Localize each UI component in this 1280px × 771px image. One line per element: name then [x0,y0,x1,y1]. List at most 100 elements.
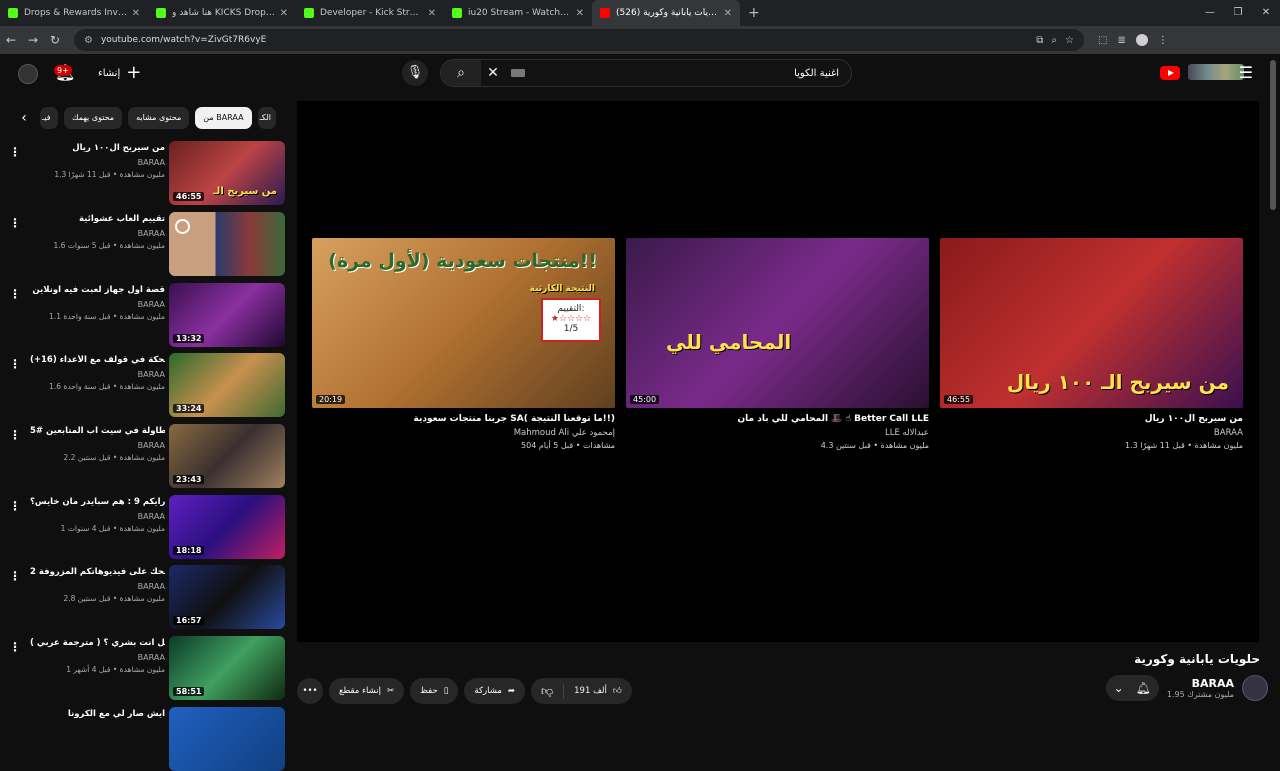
endscreen-thumbnail[interactable]: منتجات سعودية (لأول مرة)!! النتيجة الكار… [312,238,615,408]
browser-tab[interactable]: Developer - Kick Streaming ✕ [296,0,444,26]
related-title[interactable]: ضحكة في قولف مع الأعداء (16+) [30,355,165,365]
back-icon[interactable]: ← [0,33,22,47]
related-video[interactable]: ⋮ نضحك على فيديوهاتكم المزروفة 2 BARAA 2… [0,565,290,633]
youtube-doodle[interactable] [1188,64,1244,80]
related-video[interactable]: ⋮ هل انت بشري ؟ ( مترجمة عربي ) BARAA 1 … [0,636,290,704]
channel-name[interactable]: BARAA [1167,677,1234,690]
watch-later-icon[interactable] [175,219,190,234]
related-title[interactable]: إبتكار طاولة في سيت اب المتابعين #5 [30,426,165,436]
maximize-icon[interactable]: ❐ [1224,0,1252,26]
browser-tab[interactable]: iu20 Stream - Watch Live on Kic ✕ [444,0,592,26]
search-box[interactable]: ⌕ ✕ اغنية الكويا [440,59,852,87]
endscreen-title[interactable]: جربنا منتجات سعودية SA( ما توقعنا النتيج… [312,414,615,424]
bookmark-star-icon[interactable]: ☆ [1065,35,1074,46]
related-video[interactable]: ⋮ من سيربح ال١٠٠ ريال BARAA 1.3 مليون مش… [0,141,290,209]
chip-partial[interactable]: فيـ [40,107,58,129]
related-title[interactable]: رايكم 9 : هم سبايدر مان خايس؟ [30,497,165,507]
endscreen-channel[interactable]: Mahmoud Ali إمحمود علي [312,428,615,438]
related-channel[interactable]: BARAA [30,582,165,591]
install-icon[interactable]: ⧉ [1036,35,1043,46]
search-input[interactable]: اغنية الكويا [525,68,851,79]
related-channel[interactable]: BARAA [30,653,165,662]
more-options-icon[interactable]: ⋮ [9,216,21,230]
related-video[interactable]: ايش صار لي مع الكرونا [0,707,290,771]
account-avatar[interactable] [18,64,38,84]
related-video[interactable]: ⋮ ضحكة في قولف مع الأعداء (16+) BARAA 1.… [0,353,290,421]
related-video[interactable]: ⋮ تقييم العاب عشوائية BARAA 1.6 مليون مش… [0,212,290,280]
extensions-icon[interactable]: ⬚ [1098,35,1107,46]
more-options-icon[interactable]: ⋮ [9,428,21,442]
search-icon[interactable]: ⌕ [441,60,481,86]
related-title[interactable]: ايش صار لي مع الكرونا [30,709,165,719]
related-title[interactable]: هل انت بشري ؟ ( مترجمة عربي ) [30,638,165,648]
zoom-icon[interactable]: ⌕ [1051,35,1057,46]
related-title[interactable]: نضحك على فيديوهاتكم المزروفة 2 [30,567,165,577]
subscribed-button[interactable]: ⌄ 🔔︎ [1105,675,1159,701]
more-options-icon[interactable]: ⋮ [9,569,21,583]
related-title[interactable]: من سيربح ال١٠٠ ريال [30,143,165,153]
close-tab-icon[interactable]: ✕ [280,8,288,19]
endscreen-video[interactable]: المحامي للي 45:00 المحامي للي باد مان 🎩 … [626,238,929,450]
site-info-icon[interactable]: ⚙ [84,35,93,46]
chip[interactable]: محتوى مشابه [128,107,190,129]
chip[interactable]: محتوى يهمك [64,107,123,129]
endscreen-video[interactable]: من سيربح الـ ١٠٠ ريال 46:55 من سيربح ال١… [940,238,1243,450]
related-channel[interactable]: BARAA [30,158,165,167]
related-channel[interactable]: BARAA [30,229,165,238]
like-button[interactable]: 191 ألف 👍︎ [564,686,632,696]
browser-menu-icon[interactable]: ⋮ [1158,35,1168,46]
forward-icon[interactable]: → [22,33,44,47]
reload-icon[interactable]: ↻ [44,33,66,47]
media-icon[interactable]: ≣ [1117,35,1125,46]
more-options-icon[interactable]: ⋮ [9,640,21,654]
voice-search-icon[interactable]: 🎙︎ [402,60,428,86]
guide-menu-icon[interactable]: ☰ [1239,63,1253,82]
related-title[interactable]: تقييم العاب عشوائية [30,214,165,224]
endscreen-channel[interactable]: BARAA [940,428,1243,438]
chip-selected[interactable]: من BARAA [195,107,252,129]
browser-tab-active[interactable]: حلويات يابانية وكورية (526) - ube ✕ [592,0,740,26]
profile-avatar[interactable] [1135,34,1148,46]
more-options-icon[interactable]: ⋮ [9,499,21,513]
browser-tab[interactable]: هنا شاهد و KICKS Drop مسابقة ✕ [148,0,296,26]
browser-tab[interactable]: Drops & Rewards Inventory - Kic ✕ [0,0,148,26]
share-button[interactable]: مشاركة ➦ [464,678,525,704]
page-scrollbar[interactable] [1270,60,1276,210]
related-channel[interactable]: BARAA [30,370,165,379]
save-button[interactable]: حفظ ▯ [410,678,459,704]
close-tab-icon[interactable]: ✕ [428,8,436,19]
endscreen-video[interactable]: منتجات سعودية (لأول مرة)!! النتيجة الكار… [312,238,615,450]
related-video[interactable]: ⋮ قصة اول جهاز لعبت فيه اونلاين BARAA 1.… [0,283,290,351]
channel-avatar[interactable] [1242,675,1268,701]
dislike-button[interactable]: 👎︎ [531,683,565,699]
close-tab-icon[interactable]: ✕ [724,8,732,19]
clip-button[interactable]: إنشاء مقطع ✂ [329,678,405,704]
close-window-icon[interactable]: ✕ [1252,0,1280,26]
create-button[interactable]: إنشاء + [98,64,141,82]
related-channel[interactable]: BARAA [30,441,165,450]
minimize-icon[interactable]: — [1196,0,1224,26]
chip-partial[interactable]: الكـ [257,107,276,129]
new-tab-button[interactable]: + [740,5,768,21]
related-channel[interactable]: BARAA [30,512,165,521]
more-options-icon[interactable]: ⋮ [9,145,21,159]
related-video[interactable]: ⋮ إبتكار طاولة في سيت اب المتابعين #5 BA… [0,424,290,492]
more-options-icon[interactable]: ⋮ [9,287,21,301]
url-field[interactable]: ⚙ youtube.com/watch?v=ZivGt7R6vyE ⧉ ⌕ ☆ [74,29,1084,51]
close-tab-icon[interactable]: ✕ [132,8,140,19]
endscreen-title[interactable]: من سيربح ال١٠٠ ريال [940,414,1243,424]
related-thumbnail[interactable] [169,707,285,771]
endscreen-channel[interactable]: LLE عبدالاله [626,428,929,438]
keyboard-icon[interactable] [511,69,525,77]
clear-search-icon[interactable]: ✕ [481,65,505,81]
chevron-left-icon[interactable]: ‹ [14,110,34,126]
more-actions-button[interactable]: ••• [297,678,323,704]
related-video[interactable]: ⋮ رايكم 9 : هم سبايدر مان خايس؟ BARAA 1 … [0,495,290,563]
endscreen-thumbnail[interactable]: من سيربح الـ ١٠٠ ريال 46:55 [940,238,1243,408]
more-options-icon[interactable]: ⋮ [9,357,21,371]
related-channel[interactable]: BARAA [30,300,165,309]
close-tab-icon[interactable]: ✕ [576,8,584,19]
related-title[interactable]: قصة اول جهاز لعبت فيه اونلاين [30,285,165,295]
endscreen-title[interactable]: المحامي للي باد مان 🎩 ☝ Better Call LLE [626,414,929,424]
youtube-logo-icon[interactable] [1160,66,1180,80]
